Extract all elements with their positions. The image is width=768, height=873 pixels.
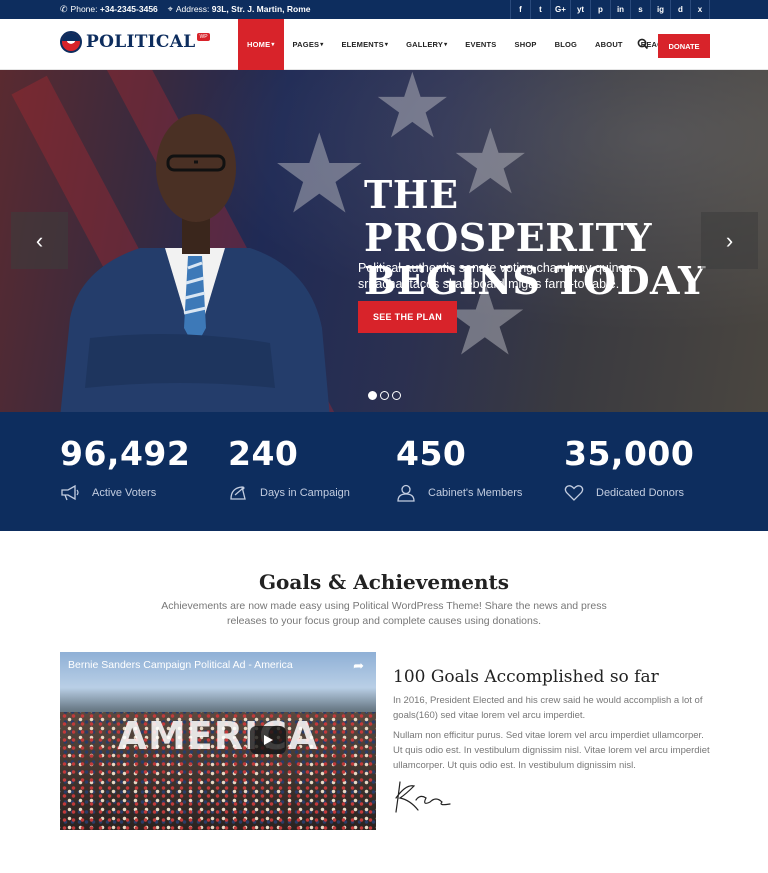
phone-icon: ✆ bbox=[60, 4, 68, 14]
pinterest-icon[interactable]: p bbox=[590, 0, 610, 19]
stat-number: 240 bbox=[228, 434, 299, 473]
logo-badge-icon bbox=[60, 31, 82, 53]
hero-slider: ★ ★ ★ ★ THE PROSPERITY BEGINS TODAY Poli… bbox=[0, 70, 768, 412]
satellite-icon bbox=[230, 486, 246, 500]
video-title[interactable]: Bernie Sanders Campaign Political Ad - A… bbox=[68, 659, 293, 671]
linkedin-icon[interactable]: in bbox=[610, 0, 630, 19]
search-icon[interactable] bbox=[636, 37, 650, 51]
section-description-line-1: Achievements are now made easy using Pol… bbox=[161, 600, 607, 612]
stat-label: Days in Campaign bbox=[260, 487, 350, 499]
nav-item-gallery[interactable]: GALLERY ▾ bbox=[397, 19, 456, 70]
flag-star: ★ bbox=[372, 70, 453, 157]
stat-label: Active Voters bbox=[92, 487, 157, 499]
donate-button[interactable]: DONATE bbox=[658, 34, 710, 58]
section-title: Goals & Achievements bbox=[258, 570, 510, 594]
nav-home-label: HOME bbox=[247, 40, 271, 49]
social-links: f t G+ yt p in s ig d x bbox=[510, 0, 710, 19]
chevron-down-icon: ▾ bbox=[271, 42, 275, 48]
nav-item-about[interactable]: ABOUT bbox=[586, 19, 632, 70]
instagram-icon[interactable]: ig bbox=[650, 0, 670, 19]
chevron-left-icon: ‹ bbox=[35, 227, 44, 253]
stat-number: 35,000 bbox=[564, 434, 695, 473]
heart-icon bbox=[564, 485, 584, 501]
nav-blog-label: BLOG bbox=[554, 40, 578, 49]
nav-shop-label: SHOP bbox=[514, 40, 537, 49]
video-overlay-text: AMERICA bbox=[117, 714, 319, 758]
play-icon bbox=[264, 735, 273, 745]
youtube-icon[interactable]: yt bbox=[570, 0, 590, 19]
chevron-down-icon: ▾ bbox=[444, 42, 448, 48]
stat-cabinet-members: 450 Cabinet's Members bbox=[396, 434, 522, 502]
address-label: Address: bbox=[175, 4, 210, 14]
nav-elements-label: ELEMENTS bbox=[341, 40, 384, 49]
slider-prev-button[interactable]: ‹ bbox=[11, 212, 68, 269]
twitter-icon[interactable]: t bbox=[530, 0, 550, 19]
video-player[interactable]: Bernie Sanders Campaign Political Ad - A… bbox=[60, 652, 376, 830]
play-button[interactable] bbox=[250, 726, 286, 754]
stat-label: Cabinet's Members bbox=[428, 487, 523, 499]
slider-pagination bbox=[368, 391, 401, 400]
facebook-icon[interactable]: f bbox=[510, 0, 530, 19]
accomplishments-paragraph-2: Nullam non efficitur purus. Sed vitae lo… bbox=[393, 730, 710, 771]
chevron-right-icon: › bbox=[725, 227, 734, 253]
hero-title-line-1: THE PROSPERITY bbox=[364, 172, 652, 260]
stat-number: 96,492 bbox=[60, 434, 191, 473]
main-nav: HOME ▾ PAGES ▾ ELEMENTS ▾ GALLERY ▾ EVENTS S… bbox=[238, 19, 691, 70]
top-bar: ✆ Phone: +34-2345-3456 ⌖ Address: 93L, Str… bbox=[0, 0, 768, 19]
stat-dedicated-donors: 35,000 Dedicated Donors bbox=[564, 434, 694, 502]
logo-tag: WP bbox=[197, 33, 210, 41]
logo-text: POLITICAL bbox=[86, 32, 196, 52]
chevron-down-icon: ▾ bbox=[320, 42, 324, 48]
address-info: ⌖ Address: 93L, Str. J. Martin, Rome bbox=[168, 4, 311, 15]
slider-dot-1[interactable] bbox=[368, 391, 377, 400]
share-icon[interactable]: ➦ bbox=[353, 658, 364, 674]
signature-image bbox=[395, 781, 451, 813]
phone-number: +34-2345-3456 bbox=[99, 4, 158, 14]
nav-item-events[interactable]: EVENTS bbox=[456, 19, 505, 70]
hero-subtitle-line-2: sriracha, tacos skateboard migas farm-to… bbox=[358, 277, 620, 291]
nav-item-blog[interactable]: BLOG bbox=[546, 19, 586, 70]
candidate-photo bbox=[60, 114, 330, 412]
slider-next-button[interactable]: › bbox=[701, 212, 758, 269]
stat-label: Dedicated Donors bbox=[596, 487, 685, 499]
see-the-plan-button[interactable]: SEE THE PLAN bbox=[358, 301, 457, 333]
stat-days-in-campaign: 240 Days in Campaign bbox=[228, 434, 350, 502]
skype-icon[interactable]: s bbox=[630, 0, 650, 19]
nav-pages-label: PAGES bbox=[292, 40, 320, 49]
stat-active-voters: 96,492 Active Voters bbox=[60, 434, 190, 502]
slider-dot-3[interactable] bbox=[392, 391, 401, 400]
hero-subtitle-line-1: Political authentic senate voting chambr… bbox=[358, 261, 636, 275]
nav-item-shop[interactable]: SHOP bbox=[506, 19, 546, 70]
location-pin-icon: ⌖ bbox=[167, 4, 173, 14]
nav-item-home[interactable]: HOME ▾ bbox=[238, 19, 284, 70]
xing-icon[interactable]: x bbox=[690, 0, 710, 19]
phone-info[interactable]: ✆ Phone: +34-2345-3456 bbox=[60, 4, 158, 15]
nav-gallery-label: GALLERY bbox=[406, 40, 444, 49]
site-header: POLITICAL WP HOME ▾ PAGES ▾ ELEMENTS ▾ GALL… bbox=[0, 19, 768, 70]
nav-item-pages[interactable]: PAGES ▾ bbox=[284, 19, 333, 70]
nav-events-label: EVENTS bbox=[465, 40, 497, 49]
contact-info: ✆ Phone: +34-2345-3456 ⌖ Address: 93L, Str… bbox=[60, 4, 311, 15]
stats-band: 96,492 Active Voters 240 Days in Campaig… bbox=[0, 412, 768, 531]
hero-subtitle: Political authentic senate voting chambr… bbox=[358, 260, 688, 292]
google-plus-icon[interactable]: G+ bbox=[550, 0, 570, 19]
nav-about-label: ABOUT bbox=[595, 40, 623, 49]
stat-number: 450 bbox=[396, 434, 467, 473]
chevron-down-icon: ▾ bbox=[384, 42, 389, 48]
nav-item-elements[interactable]: ELEMENTS ▾ bbox=[332, 19, 397, 70]
address-value: 93L, Str. J. Martin, Rome bbox=[211, 4, 311, 14]
slider-dot-2[interactable] bbox=[380, 391, 389, 400]
accomplishments-paragraph-1: In 2016, President Elected and his crew … bbox=[393, 695, 703, 721]
section-description-line-2: releases to your focus group and complet… bbox=[226, 615, 542, 627]
section-description: Achievements are now made easy using Pol… bbox=[150, 599, 618, 629]
dribbble-icon[interactable]: d bbox=[670, 0, 690, 19]
phone-label: Phone: bbox=[70, 4, 98, 14]
person-icon bbox=[397, 484, 415, 502]
accomplishments-title: 100 Goals Accomplished so far bbox=[393, 667, 659, 687]
megaphone-icon bbox=[61, 484, 79, 501]
site-logo[interactable]: POLITICAL WP bbox=[60, 31, 210, 53]
